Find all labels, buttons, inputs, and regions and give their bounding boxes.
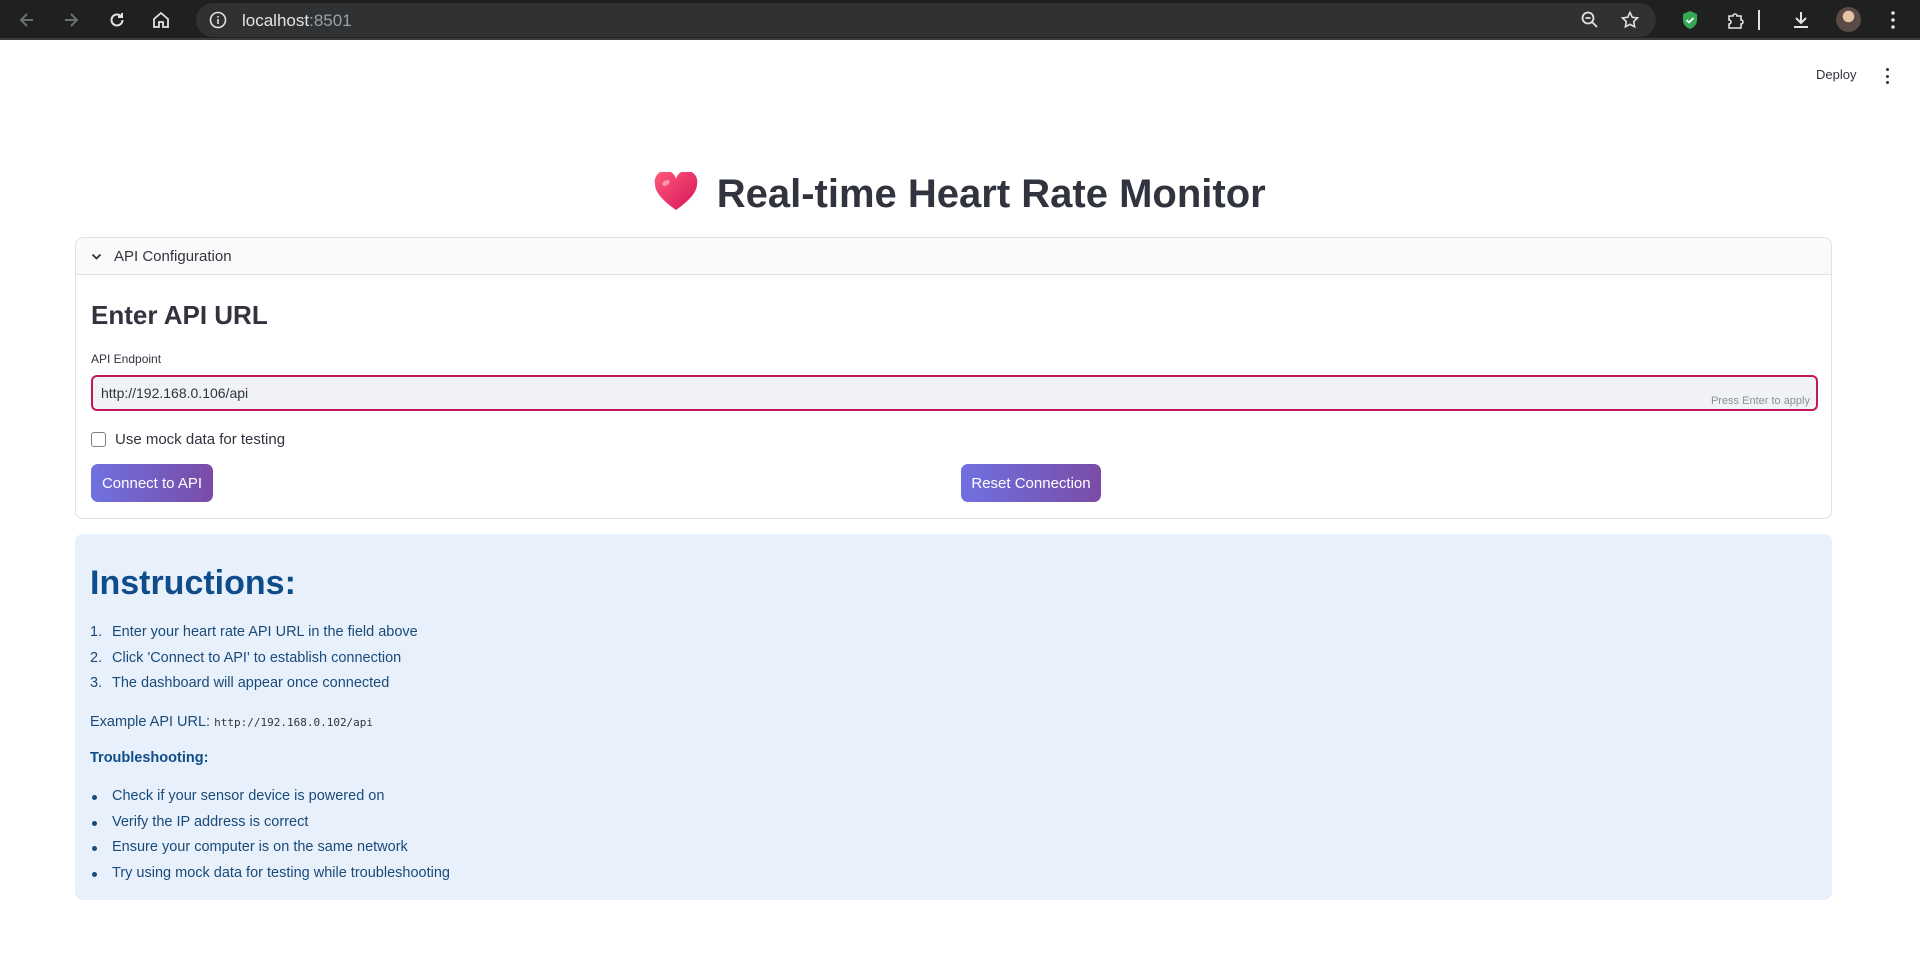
shield-extension-icon[interactable] xyxy=(1679,9,1701,31)
zoom-icon[interactable] xyxy=(1580,10,1600,30)
list-item: 2. Click 'Connect to API' to establish co… xyxy=(90,649,402,666)
url-text: localhost:8501 xyxy=(242,11,352,30)
mock-data-label: Use mock data for testing xyxy=(115,431,286,448)
example-api-url: Example API URL: http://192.168.0.102/ap… xyxy=(90,714,374,730)
instructions-steps: 1. Enter your heart rate API URL in the f… xyxy=(90,624,418,701)
list-item: Check if your sensor device is powered o… xyxy=(90,788,450,814)
home-icon[interactable] xyxy=(147,6,175,34)
list-item: 1. Enter your heart rate API URL in the f… xyxy=(90,624,418,640)
page-title: Real-time Heart Rate Monitor xyxy=(0,170,1920,217)
heart-icon xyxy=(654,170,698,212)
bookmark-star-icon[interactable] xyxy=(1620,10,1640,30)
example-url-code: http://192.168.0.102/api xyxy=(214,716,374,729)
press-enter-hint: Press Enter to apply xyxy=(1710,395,1810,407)
troubleshooting-heading: Troubleshooting: xyxy=(90,750,209,766)
site-info-icon[interactable] xyxy=(208,10,228,30)
list-item: Ensure your computer is on the same netw… xyxy=(90,839,450,865)
list-item: Try using mock data for testing while tr… xyxy=(90,865,450,891)
forward-icon[interactable] xyxy=(57,6,85,34)
list-item: 3. The dashboard will appear once connect… xyxy=(90,675,390,691)
extensions-puzzle-icon[interactable] xyxy=(1725,9,1747,31)
browser-menu-icon[interactable] xyxy=(1882,9,1904,31)
api-endpoint-value: http://192.168.0.106/api xyxy=(101,385,249,401)
api-endpoint-input[interactable]: http://192.168.0.106/api Press Enter to … xyxy=(91,375,1818,411)
chevron-down-icon xyxy=(90,250,103,263)
address-bar[interactable]: localhost:8501 xyxy=(196,3,1656,37)
toolbar-divider xyxy=(1757,9,1761,31)
app-menu-icon[interactable] xyxy=(1884,68,1890,84)
back-icon[interactable] xyxy=(13,6,41,34)
expander-label: API Configuration xyxy=(114,248,232,265)
api-configuration-expander: API Configuration Enter API URL API Endp… xyxy=(75,237,1832,519)
deploy-button[interactable]: Deploy xyxy=(1816,67,1856,82)
instructions-panel: Instructions: 1. Enter your heart rate AP… xyxy=(75,534,1832,900)
expander-header[interactable]: API Configuration xyxy=(76,238,1831,275)
troubleshooting-list: Check if your sensor device is powered o… xyxy=(90,788,450,890)
mock-data-checkbox[interactable] xyxy=(91,432,106,447)
api-endpoint-label: API Endpoint xyxy=(91,352,162,366)
list-item: Verify the IP address is correct xyxy=(90,814,450,840)
reload-icon[interactable] xyxy=(103,6,131,34)
app-title: Real-time Heart Rate Monitor xyxy=(716,172,1266,216)
reset-connection-button[interactable]: Reset Connection xyxy=(961,464,1101,502)
browser-toolbar: localhost:8501 xyxy=(0,0,1920,40)
download-icon[interactable] xyxy=(1790,9,1812,31)
section-heading: Enter API URL xyxy=(91,300,268,330)
connect-to-api-button[interactable]: Connect to API xyxy=(91,464,213,502)
profile-avatar[interactable] xyxy=(1836,7,1861,32)
instructions-heading: Instructions: xyxy=(90,564,296,602)
